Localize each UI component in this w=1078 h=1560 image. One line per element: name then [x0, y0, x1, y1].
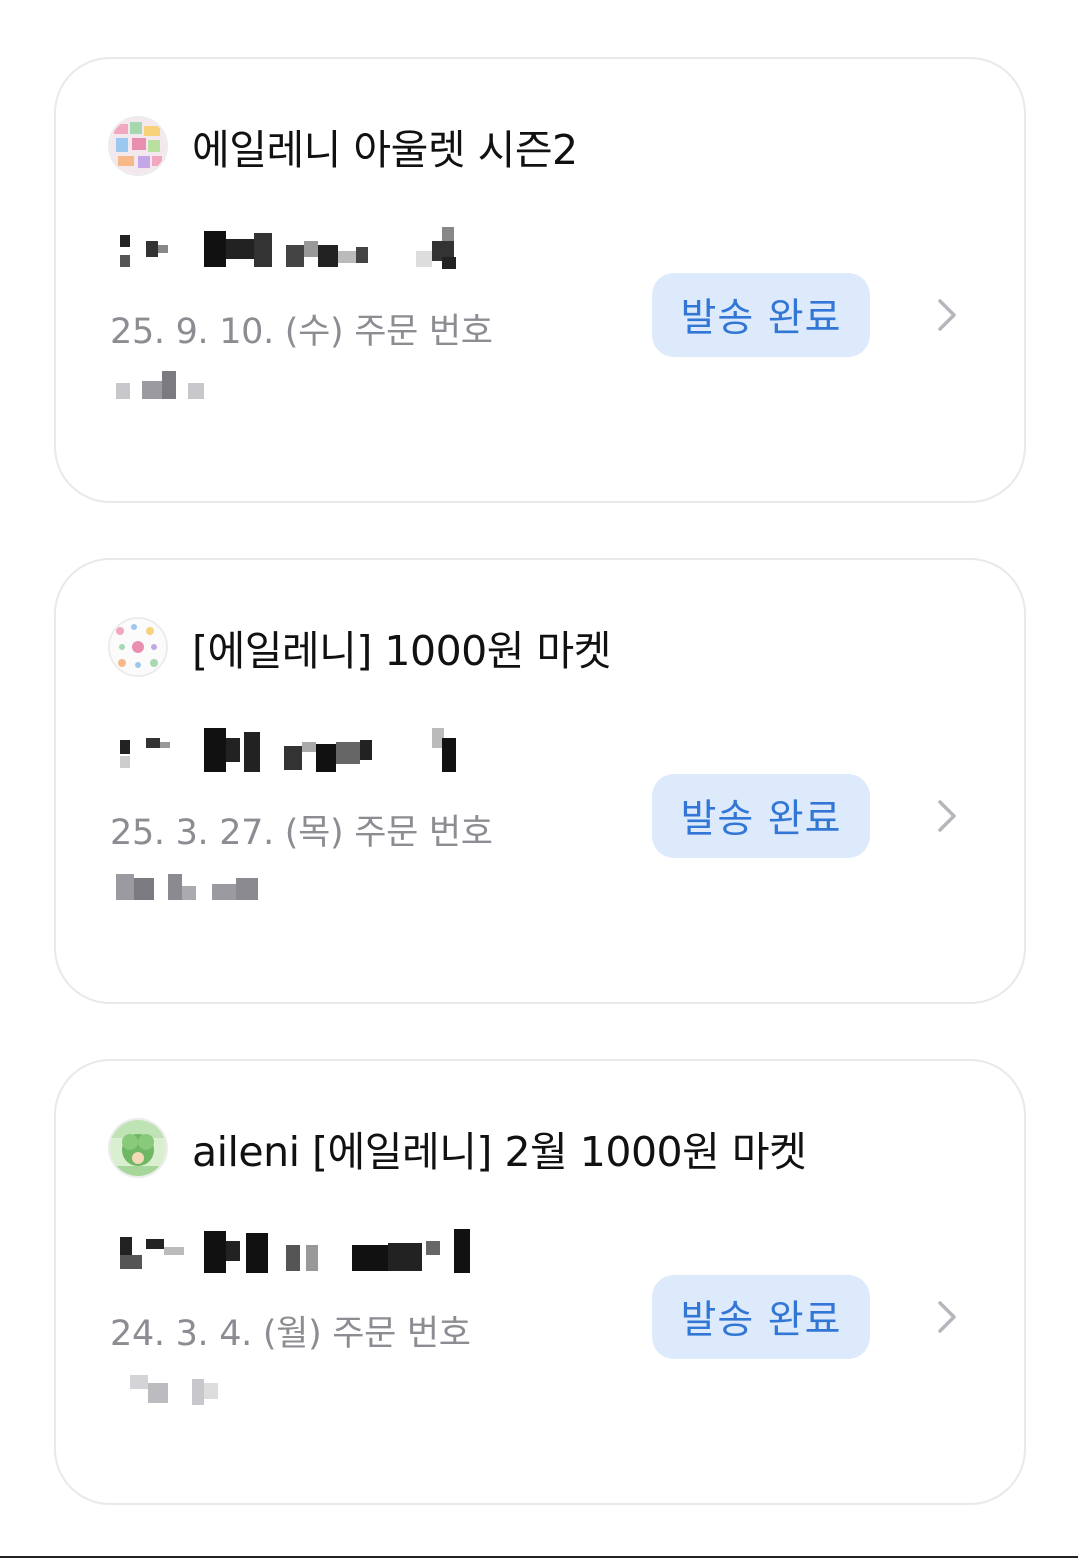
status-badge: 발송 완료: [652, 273, 870, 357]
order-card[interactable]: aileni [에일레니] 2월 1000원 마켓 24. 3. 4. (월) …: [54, 1059, 1026, 1505]
status-badge: 발송 완료: [652, 1275, 870, 1359]
order-card[interactable]: [에일레니] 1000원 마켓 25. 3. 27. (목) 주문 번호 발송 …: [54, 558, 1026, 1004]
pattern-sticker-avatar-icon: [108, 617, 168, 677]
blurred-product-name: [120, 227, 456, 269]
store-row[interactable]: 에일레니 아울렛 시즌2: [108, 115, 578, 177]
blurred-order-number: [116, 874, 258, 900]
chevron-right-icon[interactable]: [926, 796, 966, 836]
order-date: 25. 3. 27. (목) 주문 번호: [110, 813, 493, 853]
order-list: 에일레니 아울렛 시즌2 25. 9. 10. (수) 주문 번호 발송 완료: [0, 0, 1078, 1560]
store-name: aileni [에일레니] 2월 1000원 마켓: [192, 1128, 807, 1176]
store-row[interactable]: [에일레니] 1000원 마켓: [108, 616, 611, 678]
bottom-divider: [0, 1556, 1078, 1558]
store-name: [에일레니] 1000원 마켓: [192, 627, 611, 675]
store-row[interactable]: aileni [에일레니] 2월 1000원 마켓: [108, 1117, 807, 1179]
status-badge: 발송 완료: [652, 774, 870, 858]
order-card[interactable]: 에일레니 아울렛 시즌2 25. 9. 10. (수) 주문 번호 발송 완료: [54, 57, 1026, 503]
order-date: 25. 9. 10. (수) 주문 번호: [110, 312, 493, 352]
sticker-collage-avatar-icon: [108, 116, 168, 176]
blurred-product-name: [120, 728, 456, 772]
store-name: 에일레니 아울렛 시즌2: [192, 126, 578, 174]
blurred-order-number: [130, 1375, 218, 1405]
green-character-avatar-icon: [108, 1118, 168, 1178]
chevron-right-icon[interactable]: [926, 295, 966, 335]
chevron-right-icon[interactable]: [926, 1297, 966, 1337]
blurred-product-name: [120, 1229, 470, 1273]
order-date: 24. 3. 4. (월) 주문 번호: [110, 1314, 471, 1354]
blurred-order-number: [116, 371, 204, 399]
